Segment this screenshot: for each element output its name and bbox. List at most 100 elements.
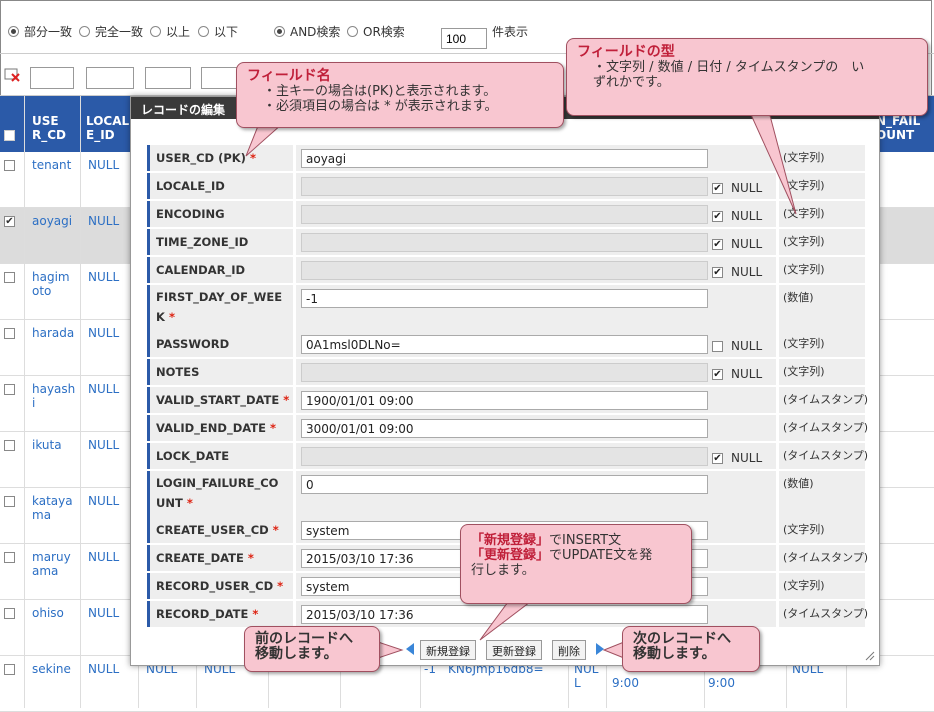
filter-input[interactable]	[201, 67, 241, 89]
null-toggle[interactable]: NULL	[712, 339, 762, 353]
select-all-checkbox[interactable]	[4, 130, 15, 141]
field-row: PASSWORD NULL (文字列)	[147, 331, 865, 357]
field-type: (文字列)	[779, 201, 865, 227]
row-checkbox[interactable]: ✔	[4, 216, 15, 227]
delete-button[interactable]: 削除	[552, 640, 586, 660]
filter-input[interactable]	[30, 67, 74, 89]
checkbox-icon: ✔	[712, 238, 723, 250]
field-label: CALENDAR_ID	[147, 257, 293, 283]
row-checkbox[interactable]	[4, 160, 15, 171]
user-cd-cell[interactable]: ohiso	[32, 606, 76, 620]
row-checkbox[interactable]	[4, 608, 15, 619]
field-label: VALID_END_DATE *	[147, 415, 293, 441]
user-cd-cell[interactable]: sekine	[32, 662, 76, 676]
field-row: TIME_ZONE_ID ✔ NULL (文字列)	[147, 229, 865, 255]
field-row: VALID_START_DATE * (タイムスタンプ)	[147, 387, 868, 413]
field-row: FIRST_DAY_OF_WEEK * (数値)	[147, 285, 865, 331]
radio-icon	[150, 26, 161, 37]
count-suffix: 件表示	[492, 25, 529, 39]
field-label: LOCALE_ID	[147, 173, 293, 199]
first-day-of-week-input[interactable]	[301, 289, 708, 308]
field-label: LOGIN_FAILURE_COUNT *	[147, 471, 293, 517]
callout-prev-record: 前のレコードへ 移動します。	[244, 626, 380, 672]
record-date-input[interactable]	[301, 605, 708, 624]
user-cd-cell[interactable]: tenant	[32, 158, 76, 172]
row-checkbox[interactable]	[4, 496, 15, 507]
filter-input[interactable]	[145, 67, 191, 89]
table-cell: 9:00	[612, 676, 639, 690]
row-checkbox[interactable]	[4, 272, 15, 283]
record-count-input[interactable]	[441, 28, 487, 49]
time-zone-id-input[interactable]	[301, 233, 708, 252]
locale-cell: NULL	[88, 662, 120, 676]
field-type: (文字列)	[779, 517, 865, 543]
table-cell: L	[574, 676, 581, 690]
resize-handle-icon[interactable]	[865, 651, 875, 661]
field-type: (タイムスタンプ)	[779, 443, 868, 469]
user-cd-input[interactable]	[301, 149, 708, 168]
callout-field-type: フィールドの型 ・文字列 / 数値 / 日付 / タイムスタンプの い ずれかで…	[566, 38, 928, 116]
calendar-id-input[interactable]	[301, 261, 708, 280]
match-partial-option[interactable]: 部分一致	[8, 23, 72, 40]
row-checkbox[interactable]	[4, 440, 15, 451]
null-toggle[interactable]: ✔ NULL	[712, 181, 762, 195]
header-locale-id[interactable]: LOCAL E_ID	[86, 114, 130, 142]
lte-option[interactable]: 以下	[198, 23, 238, 40]
insert-button[interactable]: 新規登録	[420, 640, 476, 660]
checkbox-icon: ✔	[712, 210, 723, 222]
null-toggle[interactable]: ✔ NULL	[712, 265, 762, 279]
notes-input[interactable]	[301, 363, 708, 382]
user-cd-cell[interactable]: hagimoto	[32, 270, 76, 298]
user-cd-cell[interactable]: katayama	[32, 494, 76, 522]
field-label: RECORD_USER_CD *	[147, 573, 293, 599]
checkbox-icon: ✔	[712, 182, 723, 194]
null-toggle[interactable]: ✔ NULL	[712, 209, 762, 223]
field-label: CREATE_USER_CD *	[147, 517, 293, 543]
next-record-icon[interactable]	[596, 643, 604, 655]
field-label: NOTES	[147, 359, 293, 385]
locale-cell: NULL	[88, 326, 120, 340]
user-cd-cell[interactable]: hayashi	[32, 382, 76, 410]
user-cd-cell[interactable]: aoyagi	[32, 214, 76, 228]
user-cd-cell[interactable]: maruyama	[32, 550, 76, 578]
header-login-failure-count[interactable]: N_FAIL OUNT	[876, 114, 932, 142]
field-row: LOGIN_FAILURE_COUNT * (数値)	[147, 471, 865, 517]
field-row: NOTES ✔ NULL (文字列)	[147, 359, 865, 385]
filter-input[interactable]	[86, 67, 134, 89]
valid-start-date-input[interactable]	[301, 391, 708, 410]
and-search-option[interactable]: AND検索	[274, 23, 340, 40]
null-toggle[interactable]: ✔ NULL	[712, 237, 762, 251]
password-input[interactable]	[301, 335, 708, 354]
encoding-input[interactable]	[301, 205, 708, 224]
row-checkbox[interactable]	[4, 384, 15, 395]
clear-filter-icon[interactable]	[4, 68, 20, 82]
field-type: (文字列)	[779, 359, 865, 385]
callout-buttons: 「新規登録」でINSERT文 「更新登録」でUPDATE文を発 行します。	[460, 524, 692, 604]
header-user-cd[interactable]: USE R_CD	[32, 114, 72, 142]
field-type: (文字列)	[779, 229, 865, 255]
field-type: (数値)	[779, 471, 865, 517]
field-label: TIME_ZONE_ID	[147, 229, 293, 255]
field-type: (タイムスタンプ)	[779, 545, 868, 571]
null-toggle[interactable]: ✔ NULL	[712, 367, 762, 381]
login-failure-count-input[interactable]	[301, 475, 708, 494]
valid-end-date-input[interactable]	[301, 419, 708, 438]
update-button[interactable]: 更新登録	[486, 640, 542, 660]
gte-option[interactable]: 以上	[150, 23, 190, 40]
row-checkbox[interactable]	[4, 328, 15, 339]
row-checkbox[interactable]	[4, 552, 15, 563]
field-label: PASSWORD	[147, 331, 293, 357]
match-exact-option[interactable]: 完全一致	[79, 23, 143, 40]
locale-id-input[interactable]	[301, 177, 708, 196]
field-row: LOCALE_ID ✔ NULL (文字列)	[147, 173, 865, 199]
user-cd-cell[interactable]: ikuta	[32, 438, 76, 452]
checkbox-icon: ✔	[712, 368, 723, 380]
null-toggle[interactable]: ✔ NULL	[712, 451, 762, 465]
lock-date-input[interactable]	[301, 447, 708, 466]
user-cd-cell[interactable]: harada	[32, 326, 76, 340]
locale-cell: NULL	[88, 270, 120, 284]
or-search-option[interactable]: OR検索	[347, 23, 405, 40]
prev-record-icon[interactable]	[406, 643, 414, 655]
row-checkbox[interactable]	[4, 664, 15, 675]
radio-icon	[198, 26, 209, 37]
